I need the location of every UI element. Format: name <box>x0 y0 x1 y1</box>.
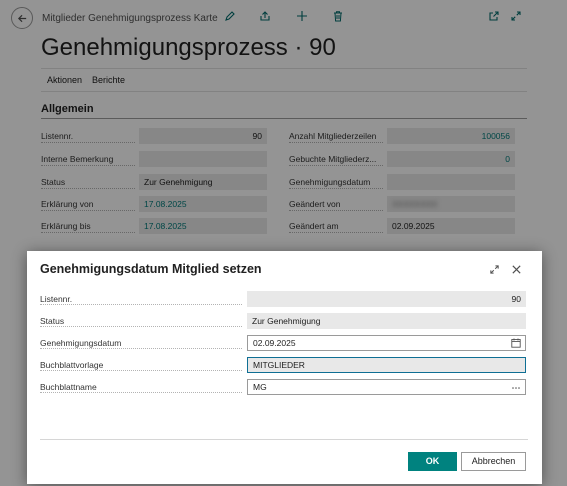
field-dots <box>41 164 135 166</box>
section-divider <box>41 118 527 119</box>
field-value: Zur Genehmigung <box>139 174 267 190</box>
field-dots <box>41 141 135 143</box>
more-options-icon[interactable] <box>511 382 521 392</box>
dialog-footer-divider <box>40 439 528 440</box>
field-value: XXXXXXXX <box>387 196 515 212</box>
field-value: 17.08.2025 <box>139 196 267 212</box>
approval-date-input[interactable]: 02.09.2025 <box>247 335 526 351</box>
open-in-new-window-icon[interactable] <box>487 9 501 23</box>
field-dots <box>40 303 242 305</box>
field-dots <box>40 325 242 327</box>
field-dots <box>289 209 383 211</box>
field-dots <box>40 369 242 371</box>
breadcrumb: Mitglieder Genehmigungsprozess Karte <box>42 13 218 24</box>
share-icon[interactable] <box>258 9 272 23</box>
action-bar: Aktionen Berichte <box>41 68 527 92</box>
close-icon[interactable] <box>509 262 523 276</box>
arrow-left-icon <box>17 14 26 22</box>
delete-icon[interactable] <box>331 9 345 23</box>
field-dots <box>289 231 383 233</box>
field-dots <box>41 187 135 189</box>
field-dots <box>40 347 242 349</box>
list-number-field: 90 <box>247 291 526 307</box>
calendar-icon[interactable] <box>511 338 521 348</box>
field-value: 02.09.2025 <box>387 218 515 234</box>
reports-menu[interactable]: Berichte <box>92 75 125 85</box>
field-value <box>387 174 515 190</box>
back-button[interactable] <box>11 7 33 29</box>
field-value[interactable] <box>139 151 267 167</box>
expand-icon[interactable] <box>487 262 501 276</box>
journal-batch-value: MG <box>253 382 267 392</box>
set-approval-date-dialog: Genehmigungsdatum Mitglied setzen Listen… <box>27 251 542 484</box>
field-dots <box>289 141 383 143</box>
field-dots <box>41 231 135 233</box>
field-dots <box>289 164 383 166</box>
page-title: Genehmigungsprozess · 90 <box>41 34 336 61</box>
add-icon[interactable] <box>295 9 309 23</box>
cancel-button[interactable]: Abbrechen <box>461 452 526 471</box>
dialog-title: Genehmigungsdatum Mitglied setzen <box>40 262 262 276</box>
section-title: Allgemein <box>41 103 94 115</box>
field-value: 17.08.2025 <box>139 218 267 234</box>
field-value[interactable]: 0 <box>387 151 515 167</box>
edit-icon[interactable] <box>223 9 237 23</box>
field-value[interactable]: 100056 <box>387 128 515 144</box>
journal-template-field[interactable]: MITGLIEDER <box>247 357 526 373</box>
field-dots <box>40 391 242 393</box>
field-dots <box>41 209 135 211</box>
approval-date-value: 02.09.2025 <box>253 338 296 348</box>
status-field: Zur Genehmigung <box>247 313 526 329</box>
ok-button[interactable]: OK <box>408 452 457 471</box>
expand-icon[interactable] <box>509 9 523 23</box>
field-dots <box>289 187 383 189</box>
journal-batch-input[interactable]: MG <box>247 379 526 395</box>
actions-menu[interactable]: Aktionen <box>47 75 82 85</box>
field-value: 90 <box>139 128 267 144</box>
redacted-text: XXXXXXXX <box>392 199 438 209</box>
